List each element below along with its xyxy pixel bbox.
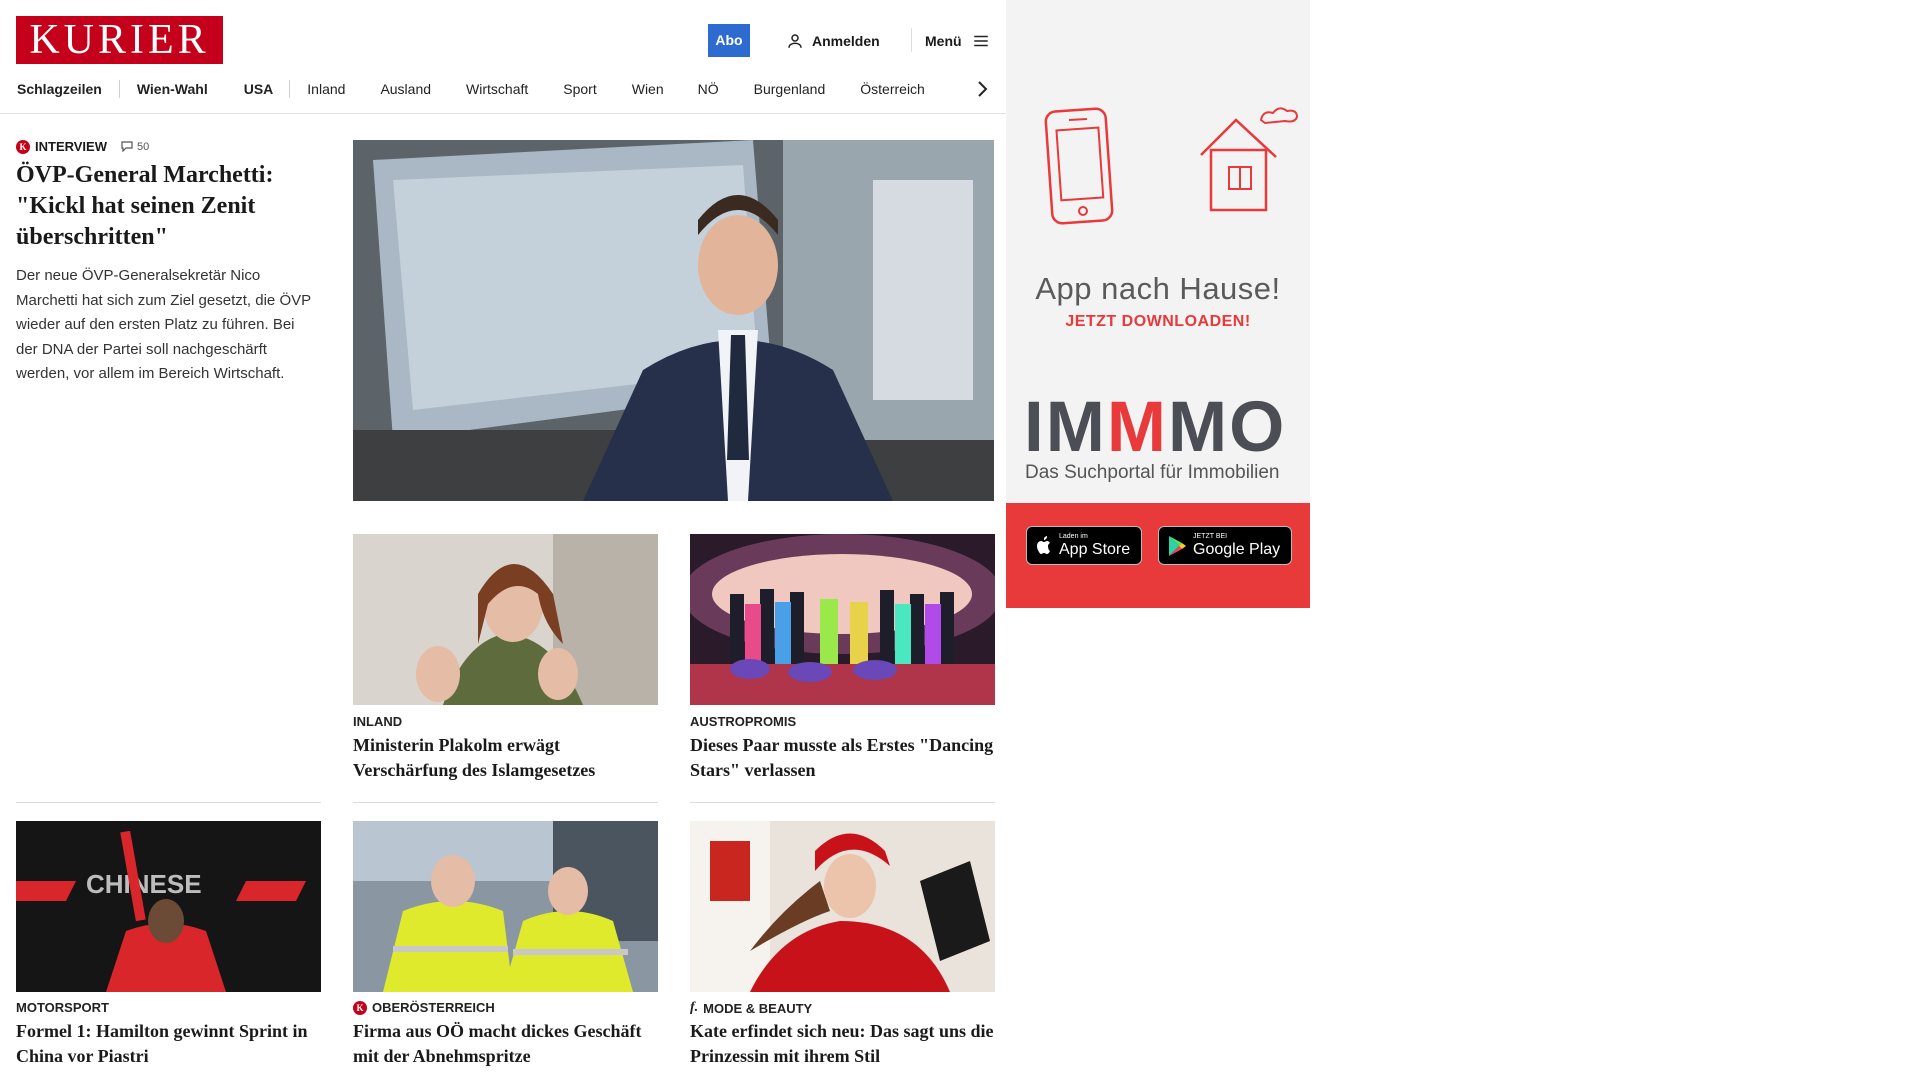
nav-item-noe[interactable]: NÖ [698,81,719,97]
photo-art: CHINESE [16,821,321,992]
divider [16,802,321,803]
google-play-small: JETZT BEI [1193,533,1228,540]
nav-item-wien[interactable]: Wien [632,81,664,97]
photo-art [690,821,995,992]
article-image-kate[interactable] [690,821,995,992]
app-store-button[interactable]: Laden im App Store [1026,526,1142,565]
nav-item-wien-wahl[interactable]: Wien-Wahl [137,81,208,97]
article-headline[interactable]: Formel 1: Hamilton gewinnt Sprint in Chi… [16,1019,321,1068]
article-headline[interactable]: Dieses Paar musste als Erstes "Dancing S… [690,733,995,782]
nav-item-usa[interactable]: USA [244,81,274,97]
article-headline[interactable]: Kate erfindet sich neu: Das sagt uns die… [690,1019,995,1068]
house-icon [1200,107,1299,212]
article-kicker: MODE & BEAUTY [703,1000,813,1016]
apple-icon [1037,535,1050,554]
article-headline[interactable]: Ministerin Plakolm erwägt Verschärfung d… [353,733,658,782]
article-kicker-wrapper[interactable]: f. MODE & BEAUTY [690,1000,812,1016]
google-play-button[interactable]: JETZT BEI Google Play [1158,526,1292,565]
article-kicker: OBERÖSTERREICH [372,1000,495,1015]
nav-item-sport[interactable]: Sport [563,81,596,97]
nav-next-button[interactable] [974,78,990,100]
abo-button[interactable]: Abo [708,24,750,57]
svg-text:CHINESE: CHINESE [86,869,202,899]
lead-photo-art [353,140,994,501]
nav-item-inland[interactable]: Inland [307,81,345,97]
login-label: Anmelden [812,32,880,49]
ad-store-band: Laden im App Store JETZT BEI Google Play [1006,503,1310,608]
app-store-small: Laden im [1059,533,1088,540]
lead-headline[interactable]: ÖVP-General Marchetti: "Kickl hat seinen… [16,160,316,253]
nav-item-oesterreich[interactable]: Österreich [860,81,925,97]
lead-meta: K INTERVIEW 50 [16,139,149,154]
photo-art [353,821,658,992]
article-headline[interactable]: Firma aus OÖ macht dickes Geschäft mit d… [353,1019,658,1068]
photo-art [690,534,995,705]
article-kicker[interactable]: AUSTROPROMIS [690,714,796,729]
nav-separator [118,80,120,98]
article-image-hamilton[interactable]: CHINESE [16,821,321,992]
ad-subtitle: JETZT DOWNLOADEN! [1065,313,1251,330]
kurier-plus-icon: K [16,139,30,154]
google-play-label: Google Play [1193,541,1281,558]
nav-item-schlagzeilen[interactable]: Schlagzeilen [17,81,102,97]
article-image-dancing-stars[interactable] [690,534,995,705]
article-image-plakolm[interactable] [353,534,658,705]
nav-item-burgenland[interactable]: Burgenland [754,81,826,97]
freizeit-icon: f. [690,1000,699,1015]
menu-button[interactable]: Menü [925,24,990,57]
phone-icon [1044,107,1114,225]
divider [690,802,995,803]
photo-art [353,534,658,705]
site-header: KURIER Abo Anmelden Menü Schlagzeilen Wi… [0,0,1006,114]
article-image-firma[interactable] [353,821,658,992]
kurier-logo[interactable]: KURIER [16,16,223,64]
comment-icon [121,141,133,152]
menu-label: Menü [925,32,962,49]
comment-count[interactable]: 50 [121,141,149,153]
hamburger-icon [973,35,988,46]
nav-item-ausland[interactable]: Ausland [380,81,431,97]
article-kicker-wrapper[interactable]: K OBERÖSTERREICH [353,1000,495,1015]
divider [353,802,658,803]
lead-image[interactable] [353,140,994,501]
nav-item-wirtschaft[interactable]: Wirtschaft [466,81,528,97]
kurier-plus-icon: K [353,1000,367,1015]
immmo-logo: IMMMO [1024,388,1287,467]
user-icon [788,33,802,48]
immmo-ad[interactable]: App nach Hause! JETZT DOWNLOADEN! IMMMO … [1006,0,1310,608]
article-kicker[interactable]: INLAND [353,714,402,729]
comment-count-label: 50 [137,140,150,153]
lead-kicker[interactable]: INTERVIEW [35,139,107,154]
ad-tagline: Das Suchportal für Immobilien [1025,462,1280,483]
google-play-icon [1169,535,1186,556]
chevron-right-icon [978,81,988,97]
app-store-label: App Store [1059,541,1131,558]
nav-separator [289,80,291,98]
ad-title: App nach Hause! [1035,271,1281,306]
article-kicker[interactable]: MOTORSPORT [16,1000,109,1015]
login-button[interactable]: Anmelden [786,24,880,57]
header-divider [911,28,912,52]
lead-teaser[interactable]: Der neue ÖVP-Generalsekretär Nico Marche… [16,264,316,387]
category-nav: Schlagzeilen Wien-Wahl USA Inland Auslan… [17,78,925,100]
